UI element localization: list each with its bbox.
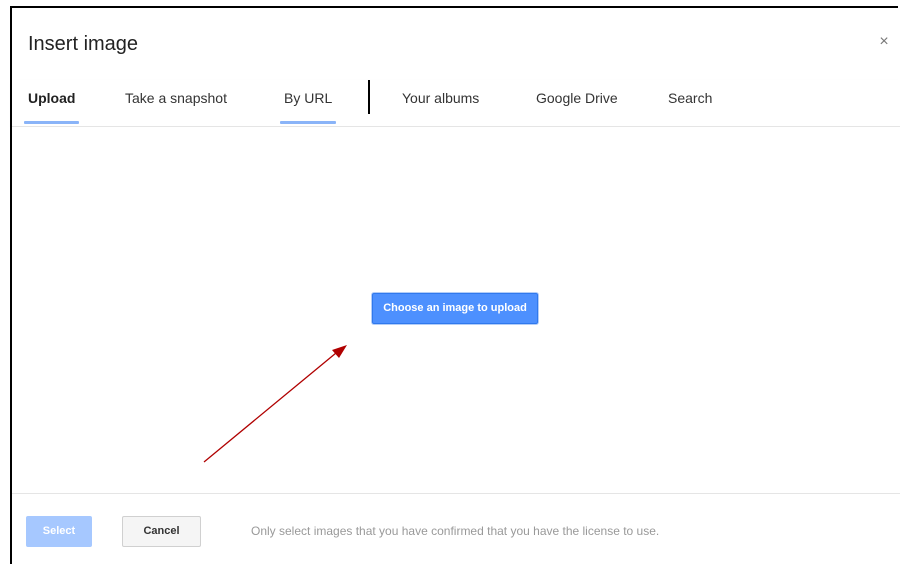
tab-hover-indicator (280, 121, 337, 124)
tab-label: Upload (28, 90, 76, 106)
tab-label: Your albums (402, 90, 480, 106)
tab-by-url[interactable]: By URL (280, 88, 337, 124)
tab-google-drive[interactable]: Google Drive (536, 88, 618, 124)
select-button[interactable]: Select (26, 516, 92, 547)
tab-search[interactable]: Search (668, 88, 712, 124)
close-icon[interactable]: × (876, 34, 892, 50)
tab-label: Search (668, 90, 713, 106)
tab-label: Take a snapshot (125, 90, 227, 106)
tab-active-indicator (24, 121, 80, 124)
tab-upload[interactable]: Upload (24, 88, 80, 124)
dialog-footer: Select Cancel Only select images that yo… (12, 493, 900, 567)
choose-image-button[interactable]: Choose an image to upload (372, 293, 538, 324)
tab-bar: Upload Take a snapshot By URL Your album… (12, 80, 900, 127)
dialog-title: Insert image (28, 33, 139, 55)
tab-your-albums[interactable]: Your albums (402, 88, 479, 124)
tab-take-a-snapshot[interactable]: Take a snapshot (125, 88, 227, 124)
cancel-button[interactable]: Cancel (122, 516, 201, 547)
tab-separator (368, 80, 370, 114)
license-note: Only select images that you have confirm… (251, 524, 660, 538)
tab-label: By URL (284, 90, 333, 106)
tab-label: Google Drive (536, 90, 618, 106)
